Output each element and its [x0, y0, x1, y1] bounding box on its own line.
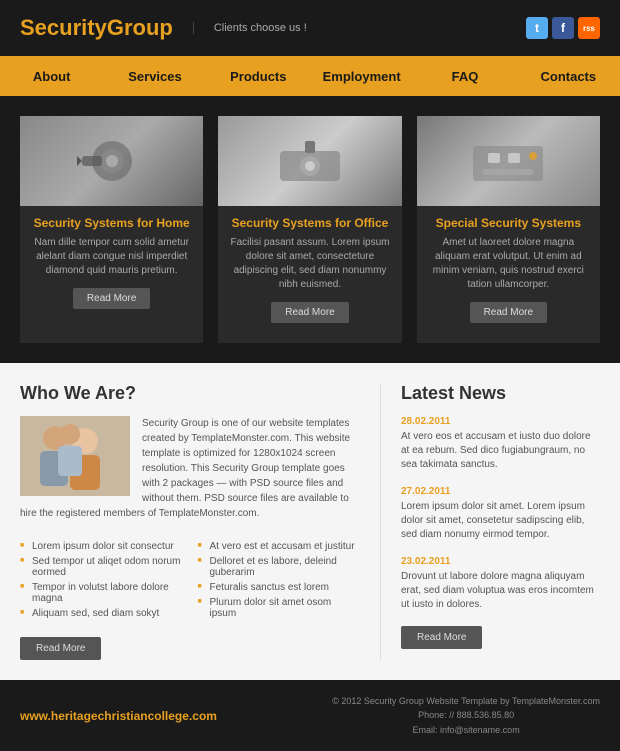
- footer: www.heritagechristiancollege.com © 2012 …: [0, 680, 620, 751]
- news-text-3: Drovunt ut labore dolore magna aliquyam …: [401, 570, 600, 612]
- bullet-item: Tempor in volutst labore dolore magna: [20, 580, 183, 606]
- rss-icon[interactable]: rss: [578, 17, 600, 39]
- news-text-1: At vero eos et accusam et iusto duo dolo…: [401, 430, 600, 472]
- who-readmore-button[interactable]: Read More: [20, 637, 101, 660]
- feature-image-office: [218, 116, 401, 206]
- features-section: Security Systems for Home Nam dille temp…: [0, 96, 620, 363]
- news-item-3: 23.02.2011 Drovunt ut labore dolore magn…: [401, 556, 600, 612]
- news-item-1: 28.02.2011 At vero eos et accusam et ius…: [401, 416, 600, 472]
- footer-email: Email: info@sitename.com: [332, 723, 600, 737]
- who-image: [20, 416, 130, 496]
- logo-text-group: Group: [107, 15, 173, 40]
- feature-image-special: [417, 116, 600, 206]
- news-text-2: Lorem ipsum dolor sit amet. Lorem ipsum …: [401, 500, 600, 542]
- feature-text-home: Nam dille tempor cum solid ametur alelan…: [32, 236, 191, 278]
- who-bullets: Lorem ipsum dolor sit consectur Sed temp…: [20, 531, 360, 629]
- nav-about[interactable]: About: [0, 56, 103, 96]
- feature-card-special: Special Security Systems Amet ut laoreet…: [417, 116, 600, 343]
- social-icons: t f rss: [526, 17, 600, 39]
- nav-services[interactable]: Services: [103, 56, 206, 96]
- who-body: Security Group is one of our website tem…: [20, 416, 360, 531]
- nav-employment[interactable]: Employment: [310, 56, 413, 96]
- feature-text-office: Facilisi pasant assum. Lorem ipsum dolor…: [230, 236, 389, 292]
- news-item-2: 27.02.2011 Lorem ipsum dolor sit amet. L…: [401, 486, 600, 542]
- feature-readmore-home[interactable]: Read More: [73, 288, 150, 309]
- feature-readmore-office[interactable]: Read More: [271, 302, 348, 323]
- feature-content-office: Security Systems for Office Facilisi pas…: [218, 206, 401, 343]
- who-title: Who We Are?: [20, 383, 360, 404]
- feature-text-special: Amet ut laoreet dolore magna aliquam era…: [429, 236, 588, 292]
- feature-card-home: Security Systems for Home Nam dille temp…: [20, 116, 203, 343]
- bullet-item: Sed tempor ut aliqet odom norum eormed: [20, 554, 183, 580]
- navigation: About Services Products Employment FAQ C…: [0, 56, 620, 96]
- news-date-1: 28.02.2011: [401, 416, 600, 427]
- footer-url: www.heritagechristiancollege.com: [20, 709, 217, 723]
- feature-content-special: Special Security Systems Amet ut laoreet…: [417, 206, 600, 343]
- logo-text-security: Security: [20, 15, 107, 40]
- feature-title-special: Special Security Systems: [429, 216, 588, 230]
- news-title: Latest News: [401, 383, 600, 404]
- bullet-item: Delloret et es labore, deleind guberarim: [198, 554, 361, 580]
- nav-faq[interactable]: FAQ: [413, 56, 516, 96]
- feature-content-home: Security Systems for Home Nam dille temp…: [20, 206, 203, 329]
- bullet-item: Lorem ipsum dolor sit consectur: [20, 539, 183, 554]
- who-we-are-section: Who We Are? Security Group: [20, 383, 380, 660]
- tagline: Clients choose us !: [193, 22, 526, 34]
- latest-news-section: Latest News 28.02.2011 At vero eos et ac…: [380, 383, 600, 660]
- who-bullets-left: Lorem ipsum dolor sit consectur Sed temp…: [20, 539, 183, 621]
- twitter-icon[interactable]: t: [526, 17, 548, 39]
- feature-title-home: Security Systems for Home: [32, 216, 191, 230]
- nav-products[interactable]: Products: [207, 56, 310, 96]
- news-date-3: 23.02.2011: [401, 556, 600, 567]
- main-content: Who We Are? Security Group: [0, 363, 620, 680]
- bullet-item: Aliquam sed, sed diam sokyt: [20, 606, 183, 621]
- news-date-2: 27.02.2011: [401, 486, 600, 497]
- feature-title-office: Security Systems for Office: [230, 216, 389, 230]
- feature-readmore-special[interactable]: Read More: [470, 302, 547, 323]
- nav-contacts[interactable]: Contacts: [517, 56, 620, 96]
- feature-image-home: [20, 116, 203, 206]
- footer-info: © 2012 Security Group Website Template b…: [332, 694, 600, 737]
- footer-phone: Phone: // 888.536.85.80: [332, 708, 600, 722]
- facebook-icon[interactable]: f: [552, 17, 574, 39]
- feature-card-office: Security Systems for Office Facilisi pas…: [218, 116, 401, 343]
- logo: SecurityGroup: [20, 15, 173, 41]
- footer-copyright: © 2012 Security Group Website Template b…: [332, 694, 600, 708]
- bullet-item: Feturalis sanctus est lorem: [198, 580, 361, 595]
- news-readmore-button[interactable]: Read More: [401, 626, 482, 649]
- header: SecurityGroup Clients choose us ! t f rs…: [0, 0, 620, 56]
- who-bullets-right: At vero est et accusam et justitur Dello…: [198, 539, 361, 621]
- bullet-item: At vero est et accusam et justitur: [198, 539, 361, 554]
